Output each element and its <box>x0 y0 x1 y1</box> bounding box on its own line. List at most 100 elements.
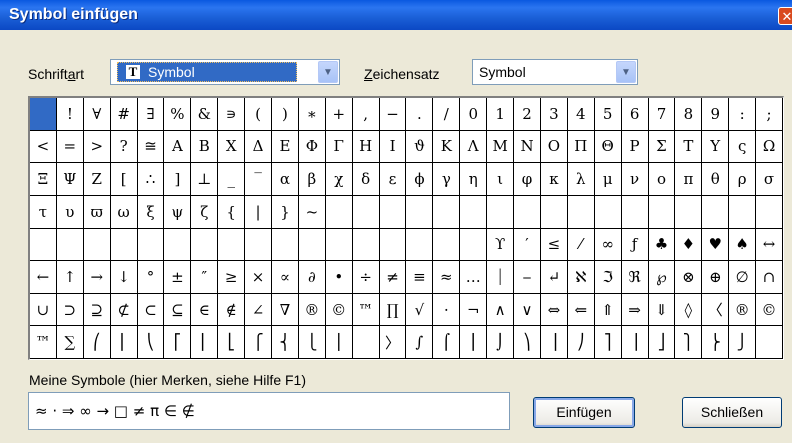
symbol-cell[interactable]: + <box>325 98 353 131</box>
symbol-cell[interactable] <box>298 228 326 262</box>
symbol-cell[interactable]: ∴ <box>137 163 165 196</box>
symbol-cell[interactable]: 2 <box>514 98 541 131</box>
symbol-cell[interactable]: Γ <box>325 130 353 164</box>
symbol-cell[interactable]: ⋅ <box>433 293 461 327</box>
symbol-cell[interactable]: ⇑ <box>594 293 622 327</box>
symbol-cell[interactable] <box>137 228 165 262</box>
symbol-cell[interactable]: 7 <box>648 98 676 131</box>
symbol-cell[interactable]: [ <box>110 163 138 196</box>
symbol-cell[interactable] <box>325 195 353 229</box>
symbol-cell[interactable]: < <box>30 130 57 164</box>
symbol-cell[interactable]: ϒ <box>487 228 515 262</box>
symbol-cell[interactable]: ⊗ <box>675 261 703 294</box>
symbol-cell[interactable]: υ <box>56 195 84 229</box>
symbol-cell[interactable]: ⊥ <box>191 163 219 196</box>
symbol-cell[interactable]: ″ <box>191 261 219 294</box>
symbol-cell[interactable]: 3 <box>540 98 568 131</box>
chevron-down-icon[interactable]: ▼ <box>318 61 338 83</box>
symbol-cell[interactable]: ψ <box>164 195 192 229</box>
symbol-cell[interactable]: ∧ <box>487 293 515 327</box>
symbol-cell[interactable] <box>379 228 407 262</box>
symbol-cell[interactable]: η <box>460 163 488 196</box>
symbol-cell[interactable]: … <box>460 261 488 294</box>
symbol-cell[interactable]: ♥ <box>702 228 730 262</box>
symbol-cell[interactable]: ∨ <box>514 293 541 327</box>
symbol-cell[interactable] <box>675 195 703 229</box>
symbol-cell[interactable]: ≤ <box>540 228 568 262</box>
symbol-cell[interactable]: ο <box>648 163 676 196</box>
symbol-cell[interactable]: Ο <box>540 130 568 164</box>
symbol-cell[interactable]: Ρ <box>621 130 649 164</box>
symbol-cell[interactable] <box>56 228 84 262</box>
symbol-cell[interactable]: ℜ <box>621 261 649 294</box>
symbol-cell[interactable]: , <box>352 98 380 131</box>
symbol-cell[interactable]: 6 <box>621 98 649 131</box>
symbol-cell[interactable]: . <box>406 98 434 131</box>
symbol-cell[interactable]: δ <box>352 163 380 196</box>
symbol-cell[interactable]: ♠ <box>729 228 757 262</box>
symbol-cell[interactable]: Ν <box>514 130 541 164</box>
symbol-cell[interactable]: 4 <box>567 98 595 131</box>
symbol-cell[interactable] <box>30 228 57 262</box>
symbol-cell[interactable]: = <box>56 130 84 164</box>
symbol-cell[interactable]: © <box>325 293 353 327</box>
symbol-cell[interactable]: ϑ <box>406 130 434 164</box>
symbol-cell[interactable]: ⎨ <box>272 326 299 359</box>
symbol-cell[interactable]: ↔ <box>756 228 783 262</box>
symbol-cell[interactable]: ⎡ <box>164 326 192 359</box>
symbol-cell[interactable]: ⎮ <box>460 326 488 359</box>
symbol-cell[interactable]: ⌠ <box>433 326 461 359</box>
symbol-cell[interactable]: ⎢ <box>191 326 219 359</box>
symbol-cell[interactable]: ⁄ <box>567 228 595 262</box>
symbol-cell[interactable]: ⊄ <box>110 293 138 327</box>
symbol-cell[interactable]: ⊇ <box>83 293 111 327</box>
symbol-cell[interactable]: ∞ <box>594 228 622 262</box>
symbol-cell[interactable]: _ <box>218 163 246 196</box>
symbol-cell[interactable]: Ω <box>756 130 783 164</box>
symbol-cell[interactable] <box>487 195 515 229</box>
symbol-cell[interactable]: ⎠ <box>567 326 595 359</box>
symbol-cell[interactable] <box>460 195 488 229</box>
symbol-cell[interactable]: Μ <box>487 130 515 164</box>
symbol-cell[interactable]: ∅ <box>729 261 757 294</box>
font-select[interactable]: T Symbol ▼ <box>110 59 340 85</box>
insert-button[interactable]: Einfügen <box>533 397 635 428</box>
symbol-cell[interactable]: Α <box>164 130 192 164</box>
symbol-cell[interactable] <box>433 195 461 229</box>
symbol-cell[interactable]: ⎝ <box>137 326 165 359</box>
symbol-cell[interactable]: 〈 <box>702 293 730 327</box>
symbol-cell[interactable]: 8 <box>675 98 703 131</box>
symbol-cell[interactable]: ⎥ <box>621 326 649 359</box>
charset-select[interactable]: Symbol ▼ <box>472 59 638 85</box>
symbol-cell[interactable]: 〉 <box>379 326 407 359</box>
symbol-cell[interactable]: Η <box>352 130 380 164</box>
symbol-cell[interactable] <box>460 228 488 262</box>
symbol-cell[interactable]: √ <box>406 293 434 327</box>
symbol-cell[interactable] <box>514 195 541 229</box>
symbol-cell[interactable]: ρ <box>729 163 757 196</box>
symbol-cell[interactable]: ↑ <box>56 261 84 294</box>
symbol-cell[interactable]: 0 <box>460 98 488 131</box>
symbol-cell[interactable] <box>540 195 568 229</box>
symbol-cell[interactable] <box>30 98 57 131</box>
symbol-cell[interactable]: ∍ <box>218 98 246 131</box>
symbol-cell[interactable]: } <box>272 195 299 229</box>
symbol-cell[interactable]: α <box>272 163 299 196</box>
symbol-cell[interactable]: ⎤ <box>594 326 622 359</box>
symbol-cell[interactable]: ⎯ <box>514 261 541 294</box>
symbol-cell[interactable]: θ <box>702 163 730 196</box>
symbol-cell[interactable]: ← <box>30 261 57 294</box>
symbol-cell[interactable] <box>406 228 434 262</box>
symbol-cell[interactable]: ⊃ <box>56 293 84 327</box>
symbol-cell[interactable]: ⇔ <box>540 293 568 327</box>
symbol-cell[interactable]: ⎧ <box>245 326 273 359</box>
symbol-cell[interactable]: Π <box>567 130 595 164</box>
symbol-cell[interactable]: Ι <box>379 130 407 164</box>
symbol-cell[interactable]: ω <box>110 195 138 229</box>
symbol-cell[interactable]: ∝ <box>272 261 299 294</box>
symbol-cell[interactable]: ⊆ <box>164 293 192 327</box>
symbol-cell[interactable]: ( <box>245 98 273 131</box>
symbol-cell[interactable]: ⎪ <box>325 326 353 359</box>
symbol-cell[interactable]: ∑ <box>56 326 84 359</box>
symbol-cell[interactable] <box>406 195 434 229</box>
